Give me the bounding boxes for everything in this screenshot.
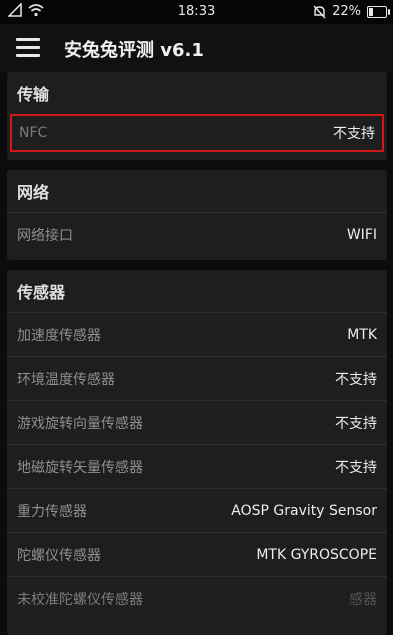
sensor-label: 加速度传感器 [17, 327, 101, 344]
nfc-label: NFC [19, 125, 48, 141]
network-interface-value: WIFI [346, 226, 377, 243]
sensor-row-accelerometer[interactable]: 加速度传感器 MTK [7, 312, 387, 356]
sensor-label: 环境温度传感器 [17, 371, 115, 388]
sensor-row-uncalibrated-gyroscope[interactable]: 未校准陀螺仪传感器 感器 [7, 576, 387, 620]
sensor-label: 地磁旋转矢量传感器 [17, 459, 143, 476]
battery-icon [367, 5, 390, 18]
network-interface-row[interactable]: 网络接口 WIFI [7, 212, 387, 256]
sensor-value: AOSP Gravity Sensor [231, 502, 377, 519]
nfc-row[interactable]: NFC 不支持 [10, 114, 384, 152]
network-card: 网络 网络接口 WIFI [7, 170, 387, 260]
sensor-row-game-rotation-vector[interactable]: 游戏旋转向量传感器 不支持 [7, 400, 387, 444]
sensor-value: 不支持 [335, 415, 377, 432]
sensor-row-gravity[interactable]: 重力传感器 AOSP Gravity Sensor [7, 488, 387, 532]
network-interface-label: 网络接口 [17, 227, 73, 244]
sensor-row-geomagnetic-rotation-vector[interactable]: 地磁旋转矢量传感器 不支持 [7, 444, 387, 488]
sensor-row-gyroscope[interactable]: 陀螺仪传感器 MTK GYROSCOPE [7, 532, 387, 576]
battery-level-fill [369, 7, 373, 16]
sensor-value: MTK GYROSCOPE [256, 546, 377, 563]
status-right-icons: 22% [313, 4, 390, 19]
sensor-row-ambient-temperature[interactable]: 环境温度传感器 不支持 [7, 356, 387, 400]
transfer-section-header: 传输 [17, 85, 50, 104]
sensors-section-header: 传感器 [17, 283, 66, 302]
sensor-label: 游戏旋转向量传感器 [17, 415, 143, 432]
hamburger-menu-icon[interactable] [16, 38, 40, 57]
sensor-value: MTK [347, 326, 377, 343]
sensor-value: 不支持 [335, 459, 377, 476]
app-title: 安兔兔评测 v6.1 [64, 40, 204, 61]
sensor-label: 重力传感器 [17, 503, 87, 520]
battery-percent: 22% [332, 4, 361, 19]
transfer-card: 传输 NFC 不支持 [7, 72, 387, 160]
sensor-label: 未校准陀螺仪传感器 [17, 591, 143, 608]
sensor-label: 陀螺仪传感器 [17, 547, 101, 564]
main-content: 传输 NFC 不支持 网络 网络接口 WIFI 传感器 加速度传感器 MTK 环… [0, 72, 393, 635]
status-bar: 18:33 22% [0, 0, 393, 24]
sensor-value: 不支持 [335, 371, 377, 388]
network-section-header: 网络 [17, 183, 50, 202]
nfc-value: 不支持 [333, 126, 375, 142]
sensors-card: 传感器 加速度传感器 MTK 环境温度传感器 不支持 游戏旋转向量传感器 不支持… [7, 270, 387, 635]
app-bar: 安兔兔评测 v6.1 [0, 24, 393, 72]
sensor-value: 感器 [349, 591, 377, 608]
alarm-off-icon [313, 5, 326, 18]
